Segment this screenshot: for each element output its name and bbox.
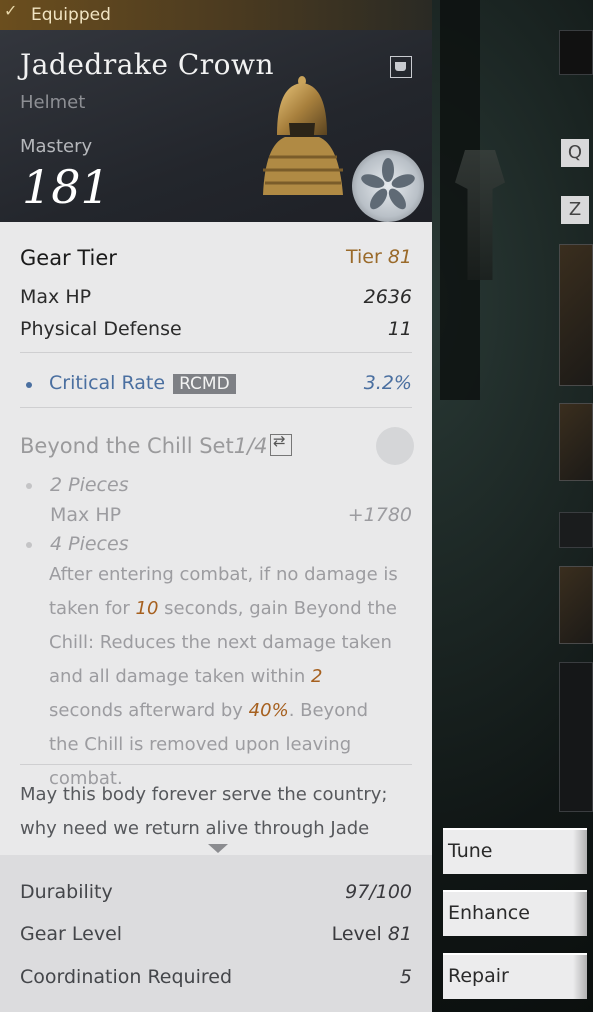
- set-flower-icon: [376, 427, 414, 465]
- max-hp-label: Max HP: [20, 286, 92, 308]
- stat-bullet: [26, 382, 32, 388]
- coordination-label: Coordination Required: [20, 966, 233, 988]
- item-header: Jadedrake Crown Helmet Mastery 181: [0, 30, 432, 222]
- item-type: Helmet: [20, 92, 86, 113]
- phys-def-value: 11: [387, 318, 412, 340]
- phys-def-label: Physical Defense: [20, 318, 182, 340]
- item-body: Gear Tier Tier 81 Max HP 2636 Physical D…: [0, 222, 432, 855]
- mastery-value: 181: [22, 160, 110, 214]
- crit-value: 3.2%: [363, 372, 412, 394]
- swap-icon[interactable]: [270, 432, 292, 456]
- crit-label-group: Critical Rate RCMD: [49, 372, 236, 394]
- gear-slot-helmet-icon[interactable]: [559, 512, 593, 548]
- max-hp-value: 2636: [363, 286, 412, 308]
- divider: [20, 407, 412, 408]
- set-title: Beyond the Chill Set1/4: [20, 434, 268, 458]
- piece2-value: +1780: [347, 504, 412, 526]
- check-icon: ✓: [4, 1, 18, 20]
- gear-level-value: Level 81: [331, 923, 412, 945]
- repair-button[interactable]: Repair: [443, 953, 587, 999]
- durability-label: Durability: [20, 881, 113, 903]
- item-footer: Durability 97/100 Gear Level Level 81 Co…: [0, 855, 432, 1012]
- rcmd-badge: RCMD: [173, 374, 236, 394]
- gear-slot-ornament[interactable]: [559, 403, 593, 481]
- gear-slot-weapon[interactable]: [559, 244, 593, 386]
- equipped-banner: ✓ Equipped: [0, 0, 432, 31]
- lore-text: May this body forever serve the country;…: [20, 784, 388, 839]
- enhance-button[interactable]: Enhance: [443, 890, 587, 936]
- bullet: [26, 483, 32, 489]
- piece4-label: 4 Pieces: [50, 533, 129, 555]
- gear-slot-helmet[interactable]: [559, 566, 593, 644]
- gear-slot-empty[interactable]: [559, 662, 593, 812]
- item-name: Jadedrake Crown: [20, 48, 275, 81]
- hotkey-q[interactable]: Q: [561, 139, 589, 167]
- bullet: [26, 542, 32, 548]
- gear-tier-label: Gear Tier: [20, 246, 117, 270]
- menu-icon[interactable]: [559, 30, 593, 75]
- lock-icon[interactable]: [390, 56, 412, 78]
- set-description: After entering combat, if no damage is t…: [49, 564, 398, 789]
- divider: [20, 352, 412, 353]
- durability-value: 97/100: [345, 881, 412, 903]
- crit-label: Critical Rate: [49, 372, 166, 394]
- mastery-label: Mastery: [20, 136, 93, 157]
- item-tooltip: ✓ Equipped Jadedrake Crown Helmet Master…: [0, 0, 432, 1012]
- helmet-icon: [263, 76, 343, 195]
- divider: [20, 764, 412, 765]
- tune-button[interactable]: Tune: [443, 828, 587, 874]
- coordination-value: 5: [399, 966, 412, 988]
- piece2-stat: Max HP: [50, 504, 122, 526]
- set-emblem-icon: [352, 150, 424, 222]
- gear-level-label: Gear Level: [20, 923, 123, 945]
- piece2-label: 2 Pieces: [50, 474, 129, 496]
- hotkey-z[interactable]: Z: [561, 196, 589, 224]
- gear-tier-value: Tier 81: [345, 246, 412, 268]
- chevron-down-icon[interactable]: [208, 844, 228, 853]
- equipped-label: Equipped: [31, 5, 111, 25]
